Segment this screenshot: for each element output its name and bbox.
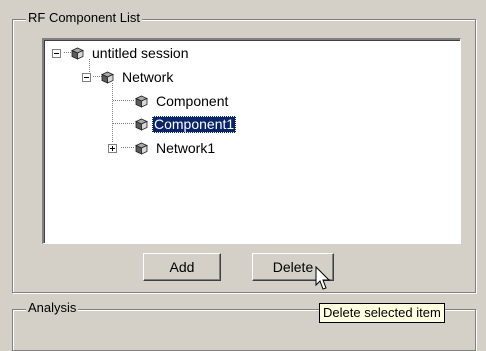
collapse-icon[interactable] (82, 72, 91, 82)
cube-icon (71, 47, 84, 60)
tree-node-untitled-session[interactable]: untitled session (52, 44, 191, 62)
delete-tooltip: Delete selected item (319, 303, 445, 323)
tree-node-label: Component1 (152, 115, 237, 133)
rf-component-list-title: RF Component List (26, 10, 142, 25)
expand-icon[interactable] (108, 143, 117, 153)
cube-icon (135, 142, 148, 155)
analysis-title: Analysis (26, 300, 79, 315)
tree-node-label: Network (122, 68, 174, 85)
tree-node-label: Network1 (156, 139, 216, 156)
tree-node-component[interactable]: Component (135, 92, 230, 110)
add-button[interactable]: Add (143, 253, 221, 281)
tree-node-network[interactable]: Network (82, 68, 175, 86)
mouse-pointer-icon (315, 266, 331, 290)
collapse-icon[interactable] (52, 48, 61, 58)
cube-icon (135, 118, 148, 131)
cube-icon (101, 71, 114, 84)
tree-node-label: Component (156, 92, 229, 109)
tree-node-component1[interactable]: Component1 (135, 115, 237, 133)
component-tree[interactable]: untitled session Network Component Compo… (42, 38, 461, 244)
cube-icon (135, 95, 148, 108)
tree-node-network1[interactable]: Network1 (108, 139, 217, 157)
tree-node-label: untitled session (92, 44, 189, 61)
